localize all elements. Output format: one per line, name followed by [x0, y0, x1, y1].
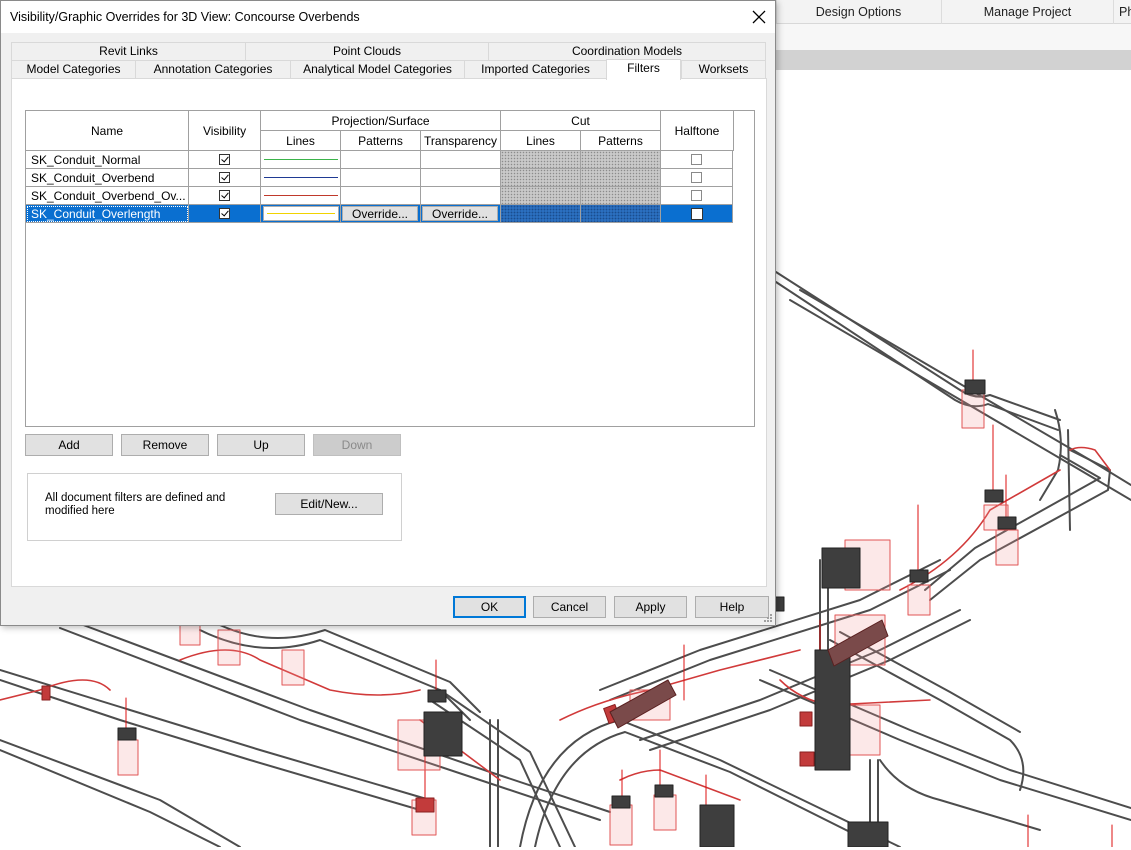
- filter-name[interactable]: SK_Conduit_Normal: [26, 151, 189, 169]
- dialog-title-bar[interactable]: Visibility/Graphic Overrides for 3D View…: [1, 1, 775, 33]
- close-icon: [752, 10, 766, 24]
- header-name[interactable]: Name: [26, 111, 189, 151]
- cut-patterns-cell: [581, 205, 661, 223]
- projection-patterns-cell[interactable]: [341, 187, 421, 205]
- table-row[interactable]: SK_Conduit_Normal: [26, 151, 733, 169]
- ok-button[interactable]: OK: [453, 596, 526, 618]
- line-override-button[interactable]: [262, 206, 339, 221]
- cut-patterns-cell: [581, 169, 661, 187]
- resize-grip-icon[interactable]: [763, 613, 773, 623]
- halftone-cell: [661, 151, 733, 169]
- add-button[interactable]: Add: [25, 434, 113, 456]
- header-halftone: Halftone: [661, 111, 734, 151]
- close-button[interactable]: [745, 3, 773, 31]
- line-sample: [263, 177, 338, 178]
- cut-patterns-cell: [581, 151, 661, 169]
- halftone-cell: [661, 187, 733, 205]
- projection-lines-cell[interactable]: [261, 169, 341, 187]
- cut-lines-cell: [501, 169, 581, 187]
- table-row[interactable]: SK_Conduit_Overbend_Ov...: [26, 187, 733, 205]
- header-projection-surface: Projection/Surface: [261, 111, 501, 131]
- apply-button[interactable]: Apply: [614, 596, 687, 618]
- table-row-selected[interactable]: SK_Conduit_Overlength Override... Overri…: [26, 205, 733, 223]
- visibility-cell: [189, 187, 261, 205]
- ribbon-tab-phasing[interactable]: Ph: [1113, 0, 1131, 24]
- projection-lines-cell[interactable]: [261, 151, 341, 169]
- header-projection-patterns: Patterns: [341, 131, 421, 151]
- visibility-graphic-overrides-dialog: Visibility/Graphic Overrides for 3D View…: [0, 0, 776, 626]
- tab-model-categories[interactable]: Model Categories: [11, 60, 135, 78]
- dialog-title: Visibility/Graphic Overrides for 3D View…: [10, 10, 360, 24]
- visibility-checkbox[interactable]: [219, 172, 230, 183]
- projection-patterns-cell[interactable]: [341, 169, 421, 187]
- header-projection-lines: Lines: [261, 131, 341, 151]
- line-sample: [263, 195, 338, 196]
- projection-patterns-cell[interactable]: [341, 151, 421, 169]
- tab-analytical-model-categories[interactable]: Analytical Model Categories: [290, 60, 464, 78]
- transparency-override-button[interactable]: Override...: [422, 206, 498, 221]
- cut-patterns-cell: [581, 187, 661, 205]
- filter-name[interactable]: SK_Conduit_Overbend_Ov...: [26, 187, 189, 205]
- halftone-cell: [661, 205, 733, 223]
- tab-imported-categories[interactable]: Imported Categories: [464, 60, 606, 78]
- projection-patterns-cell: Override...: [341, 205, 421, 223]
- patterns-override-button[interactable]: Override...: [342, 206, 418, 221]
- header-transparency: Transparency: [421, 131, 501, 151]
- up-button[interactable]: Up: [217, 434, 305, 456]
- visibility-checkbox[interactable]: [219, 208, 230, 219]
- transparency-cell[interactable]: [421, 169, 501, 187]
- help-button[interactable]: Help: [695, 596, 769, 618]
- header-visibility[interactable]: Visibility: [189, 111, 261, 151]
- header-cut: Cut: [501, 111, 661, 131]
- halftone-checkbox[interactable]: [691, 172, 702, 183]
- cut-lines-cell: [501, 187, 581, 205]
- remove-button[interactable]: Remove: [121, 434, 209, 456]
- visibility-cell: [189, 205, 261, 223]
- table-row[interactable]: SK_Conduit_Overbend: [26, 169, 733, 187]
- tab-worksets[interactable]: Worksets: [681, 60, 766, 78]
- visibility-cell: [189, 169, 261, 187]
- tab-coordination-models[interactable]: Coordination Models: [488, 42, 766, 60]
- transparency-cell[interactable]: [421, 187, 501, 205]
- filter-name[interactable]: SK_Conduit_Overlength: [26, 205, 189, 223]
- halftone-checkbox[interactable]: [691, 190, 702, 201]
- line-sample: [266, 213, 335, 214]
- tab-annotation-categories[interactable]: Annotation Categories: [135, 60, 290, 78]
- cut-lines-cell: [501, 205, 581, 223]
- line-sample: [263, 159, 338, 160]
- projection-lines-cell[interactable]: [261, 187, 341, 205]
- filters-grid[interactable]: Name Visibility Projection/Surface Lines…: [25, 110, 755, 427]
- filter-name[interactable]: SK_Conduit_Overbend: [26, 169, 189, 187]
- halftone-checkbox[interactable]: [690, 207, 703, 220]
- visibility-checkbox[interactable]: [219, 190, 230, 201]
- transparency-cell[interactable]: [421, 151, 501, 169]
- header-cut-lines: Lines: [501, 131, 581, 151]
- tab-revit-links[interactable]: Revit Links: [11, 42, 245, 60]
- cancel-button[interactable]: Cancel: [533, 596, 606, 618]
- halftone-cell: [661, 169, 733, 187]
- tab-filters[interactable]: Filters: [606, 59, 681, 80]
- cut-lines-cell: [501, 151, 581, 169]
- down-button[interactable]: Down: [313, 434, 401, 456]
- filter-info-text: All document filters are defined and mod…: [45, 492, 226, 517]
- visibility-cell: [189, 151, 261, 169]
- ribbon-tab-design-options[interactable]: Design Options: [776, 0, 940, 24]
- projection-lines-cell[interactable]: [261, 205, 341, 223]
- edit-new-button[interactable]: Edit/New...: [275, 493, 383, 515]
- header-cut-patterns: Patterns: [581, 131, 661, 151]
- ribbon-tab-manage-project[interactable]: Manage Project: [941, 0, 1113, 24]
- tab-point-clouds[interactable]: Point Clouds: [245, 42, 488, 60]
- transparency-cell: Override...: [421, 205, 501, 223]
- halftone-checkbox[interactable]: [691, 154, 702, 165]
- visibility-checkbox[interactable]: [219, 154, 230, 165]
